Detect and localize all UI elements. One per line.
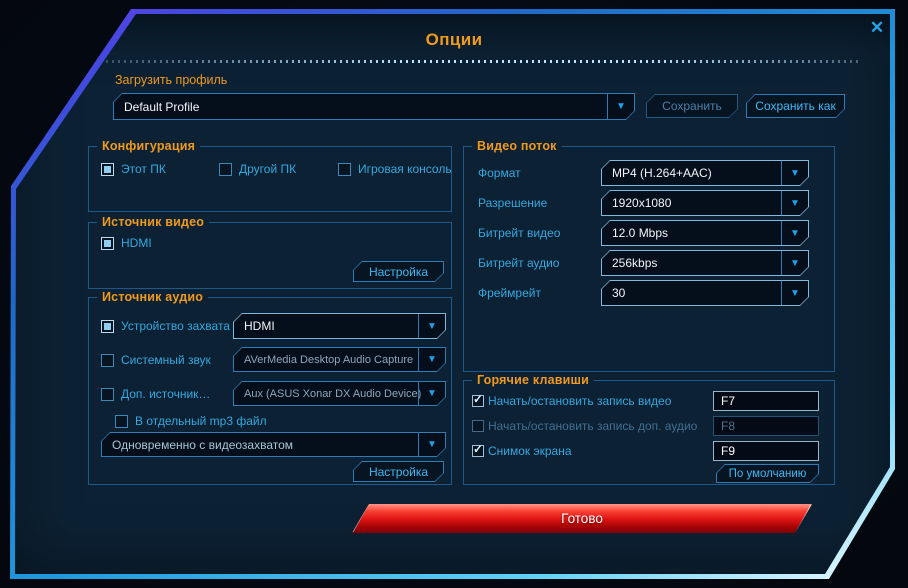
checkbox-box: [101, 319, 114, 333]
video-bitrate-label: Битрейт видео: [478, 226, 561, 240]
group-title: Источник видео: [97, 215, 210, 229]
done-button-label: Готово: [561, 511, 603, 526]
hotkeys-group: Горячие клавиши ✓ Начать/остановить запи…: [463, 373, 835, 485]
profile-select[interactable]: Default Profile ▼: [113, 93, 635, 120]
checkbox-label: Начать/остановить запись доп. аудио: [488, 419, 698, 433]
combo-value: 12.0 Mbps: [612, 226, 669, 240]
combo-framerate[interactable]: 30 ▼: [601, 280, 809, 306]
chevron-down-icon[interactable]: ▼: [781, 191, 808, 215]
checkbox-box: ✓: [472, 392, 484, 407]
checkbox-label: Этот ПК: [121, 162, 166, 176]
chevron-down-icon[interactable]: ▼: [781, 221, 808, 245]
checkbox-record-video-hotkey[interactable]: ✓ Начать/остановить запись видео: [472, 392, 672, 408]
checkbox-system-sound[interactable]: Системный звук: [101, 353, 211, 367]
framerate-label: Фреймрейт: [478, 286, 541, 300]
hotkey-field-screenshot[interactable]: F9: [713, 441, 819, 461]
combo-format[interactable]: MP4 (H.264+AAC) ▼: [601, 160, 809, 186]
checkbox-capture-device[interactable]: Устройство захвата: [101, 319, 230, 333]
close-icon[interactable]: ✕: [866, 17, 888, 39]
chevron-down-icon[interactable]: ▼: [781, 161, 808, 185]
video-source-group: Источник видео HDMI Настройка: [88, 215, 452, 289]
format-label: Формат: [478, 166, 521, 180]
chevron-down-icon[interactable]: ▼: [607, 94, 634, 119]
checkbox-label: Другой ПК: [239, 162, 297, 176]
chevron-down-icon[interactable]: ▼: [418, 348, 445, 371]
checkbox-game-console[interactable]: Игровая консоль: [338, 162, 452, 176]
combo-extra-source[interactable]: Aux (ASUS Xonar DX Audio Device) ▼: [233, 381, 446, 406]
save-button[interactable]: Сохранить: [646, 94, 738, 118]
checkbox-label: В отдельный mp3 файл: [135, 414, 267, 428]
checkbox-label: HDMI: [121, 236, 152, 250]
combo-value: 30: [612, 286, 626, 300]
combo-video-bitrate[interactable]: 12.0 Mbps ▼: [601, 220, 809, 246]
checkbox-label: Начать/остановить запись видео: [488, 394, 672, 408]
combo-value: Одновременно с видеозахватом: [112, 437, 294, 452]
audio-bitrate-label: Битрейт аудио: [478, 256, 560, 270]
checkbox-separate-mp3[interactable]: В отдельный mp3 файл: [115, 414, 267, 428]
checkbox-box: [101, 387, 114, 401]
combo-value: Aux (ASUS Xonar DX Audio Device): [244, 387, 422, 400]
audio-source-settings-button[interactable]: Настройка: [353, 461, 444, 482]
checkbox-label: Системный звук: [121, 353, 211, 367]
combo-record-mode[interactable]: Одновременно с видеозахватом ▼: [101, 432, 446, 457]
checkbox-extra-source[interactable]: Доп. источник…: [101, 387, 210, 401]
checkbox-box: [219, 162, 232, 176]
group-title: Конфигурация: [97, 139, 201, 153]
video-stream-group: Видео поток Формат MP4 (H.264+AAC) ▼ Раз…: [463, 139, 835, 372]
checkbox-box: ✓: [472, 442, 484, 457]
checkbox-box: [338, 162, 351, 176]
defaults-button[interactable]: По умолчанию: [716, 464, 819, 483]
checkbox-hdmi[interactable]: HDMI: [101, 236, 152, 250]
combo-audio-bitrate[interactable]: 256kbps ▼: [601, 250, 809, 276]
profile-value: Default Profile: [124, 99, 200, 114]
checkbox-label: Доп. источник…: [121, 387, 211, 401]
combo-value: 1920x1080: [612, 196, 672, 210]
combo-value: MP4 (H.264+AAC): [612, 166, 712, 180]
combo-resolution[interactable]: 1920x1080 ▼: [601, 190, 809, 216]
checkbox-box: [101, 353, 114, 367]
audio-source-group: Источник аудио Устройство захвата HDMI ▼…: [88, 290, 452, 485]
combo-system-sound[interactable]: AVerMedia Desktop Audio Capture ▼: [233, 347, 446, 372]
done-button[interactable]: Готово: [352, 504, 812, 533]
chevron-down-icon[interactable]: ▼: [781, 251, 808, 275]
save-as-button[interactable]: Сохранить как: [746, 94, 845, 118]
checkbox-other-pc[interactable]: Другой ПК: [219, 162, 296, 176]
combo-capture-device[interactable]: HDMI ▼: [233, 313, 446, 339]
dotted-divider: [106, 60, 858, 63]
hotkey-field-record-extra-audio[interactable]: F8: [713, 416, 819, 436]
configuration-group: Конфигурация Этот ПК Другой ПК Игровая к…: [88, 139, 452, 212]
checkbox-label: Устройство захвата: [121, 319, 230, 333]
checkbox-label: Снимок экрана: [488, 444, 572, 458]
group-title: Источник аудио: [97, 290, 209, 304]
checkbox-box: [115, 414, 128, 428]
checkbox-box: ✓: [472, 420, 484, 432]
chevron-down-icon[interactable]: ▼: [418, 314, 445, 338]
chevron-down-icon[interactable]: ▼: [418, 433, 445, 456]
combo-value: HDMI: [244, 319, 275, 333]
hotkey-field-record-video[interactable]: F7: [713, 391, 819, 411]
video-source-settings-button[interactable]: Настройка: [353, 261, 444, 282]
checkbox-box: [101, 162, 114, 176]
checkbox-box: [101, 236, 114, 250]
page-title: Опции: [425, 30, 483, 49]
checkbox-this-pc[interactable]: Этот ПК: [101, 162, 166, 176]
group-title: Горячие клавиши: [472, 373, 595, 387]
check-icon: ✓: [473, 392, 484, 406]
chevron-down-icon[interactable]: ▼: [418, 382, 445, 405]
chevron-down-icon[interactable]: ▼: [781, 281, 808, 305]
resolution-label: Разрешение: [478, 196, 548, 210]
checkbox-record-extra-audio-hotkey[interactable]: ✓ Начать/остановить запись доп. аудио: [472, 419, 697, 433]
group-title: Видео поток: [472, 139, 562, 153]
checkbox-screenshot-hotkey[interactable]: ✓ Снимок экрана: [472, 442, 572, 458]
checkbox-label: Игровая консоль: [358, 162, 452, 176]
load-profile-label: Загрузить профиль: [115, 73, 228, 87]
combo-value: AVerMedia Desktop Audio Capture: [244, 353, 414, 366]
combo-value: 256kbps: [612, 256, 658, 270]
check-icon: ✓: [473, 442, 484, 456]
options-window: Опции ✕ Загрузить профиль Default Profil…: [0, 0, 908, 588]
